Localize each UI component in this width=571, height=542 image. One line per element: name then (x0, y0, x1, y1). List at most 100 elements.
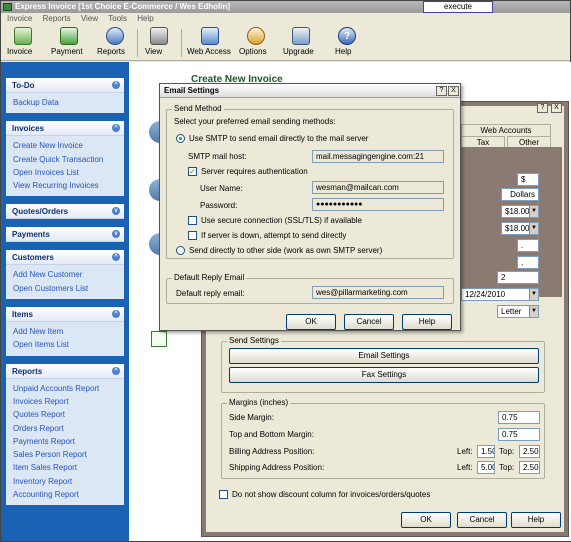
email-help-button[interactable]: ? (436, 86, 447, 96)
options-help-button-bottom[interactable]: Help (511, 512, 561, 528)
paper-size-dropdown[interactable]: Letter ▼ (497, 305, 539, 318)
chevron-up-icon[interactable]: ^ (112, 124, 120, 133)
section-customers-header[interactable]: Customers ^ (6, 250, 124, 266)
ssl-checkbox[interactable] (188, 216, 197, 225)
section-reports: Reports ^ Unpaid Accounts Report Invoices… (6, 363, 124, 506)
reports-icon (106, 27, 124, 45)
web-access-button[interactable]: Web Access (187, 27, 233, 59)
server-down-checkbox[interactable] (188, 231, 197, 240)
auth-checkbox[interactable]: ✓ (188, 167, 197, 176)
email-help-button-bottom[interactable]: Help (402, 314, 452, 330)
billing-left-field[interactable]: 1.50 (477, 445, 495, 458)
payment-icon (60, 27, 78, 45)
section-todo-header[interactable]: To-Do ^ (6, 78, 124, 93)
price-dropdown-1[interactable]: $18.00 ▼ (501, 205, 539, 218)
chevron-down-icon[interactable]: ▼ (529, 223, 538, 234)
view-button[interactable]: View (145, 27, 173, 59)
reports-button[interactable]: Reports (97, 27, 133, 59)
chevron-down-icon[interactable]: ▼ (529, 206, 538, 217)
chevron-up-icon[interactable]: ^ (112, 81, 120, 89)
top-bottom-margin-field[interactable]: 0.75 (498, 428, 540, 441)
upgrade-button[interactable]: Upgrade (283, 27, 319, 59)
link-quotes-report[interactable]: Quotes Report (13, 408, 124, 421)
email-settings-dialog: Email Settings ? X Send Method Select yo… (159, 83, 461, 331)
password-field[interactable]: ●●●●●●●●●●● (312, 198, 444, 211)
link-backup-data[interactable]: Backup Data (13, 96, 124, 109)
link-unpaid-accounts-report[interactable]: Unpaid Accounts Report (13, 382, 124, 395)
section-payments-header[interactable]: Payments v (6, 227, 124, 243)
link-open-customers-list[interactable]: Open Customers List (13, 282, 124, 295)
menu-view[interactable]: View (81, 14, 98, 23)
smtp-host-field[interactable]: mail.messagingengine.com:21 (312, 150, 444, 163)
link-add-new-customer[interactable]: Add New Customer (13, 268, 124, 281)
execute-screenshot-button[interactable]: execute screenshot (423, 1, 493, 21)
reply-email-field[interactable]: wes@pillarmarketing.com (312, 286, 444, 299)
currency-symbol-field[interactable]: $ (517, 173, 539, 186)
section-items-header[interactable]: Items ^ (6, 307, 124, 323)
currency-name-field[interactable]: Dollars (501, 188, 539, 201)
options-close-button[interactable]: X (551, 103, 562, 113)
link-payments-report[interactable]: Payments Report (13, 435, 124, 448)
link-view-recurring-invoices[interactable]: View Recurring Invoices (13, 179, 124, 192)
section-invoices-header[interactable]: Invoices ^ (6, 121, 124, 137)
link-item-sales-report[interactable]: Item Sales Report (13, 461, 124, 474)
link-invoices-report[interactable]: Invoices Report (13, 395, 124, 408)
document-icon (151, 331, 167, 347)
discount-column-checkbox[interactable] (219, 490, 228, 499)
section-reports-header[interactable]: Reports ^ (6, 363, 124, 379)
section-payments: Payments v (6, 227, 124, 243)
options-cancel-button[interactable]: Cancel (457, 512, 507, 528)
chevron-down-icon[interactable]: ▼ (529, 306, 538, 317)
email-ok-button[interactable]: OK (286, 314, 336, 330)
side-margin-field[interactable]: 0.75 (498, 411, 540, 424)
chevron-up-icon[interactable]: ^ (112, 310, 120, 319)
email-cancel-button[interactable]: Cancel (344, 314, 394, 330)
sidebar: To-Do ^ Backup Data Invoices ^ Create New … (1, 62, 129, 541)
options-button[interactable]: Options (239, 27, 273, 59)
chevron-down-icon[interactable]: ▼ (529, 289, 538, 300)
chevron-down-icon[interactable]: v (112, 207, 120, 216)
app-window: Express Invoice [1st Choice E-Commerce /… (0, 0, 571, 542)
price-dropdown-2[interactable]: $18.00 ▼ (501, 222, 539, 235)
left-label: Left: (457, 463, 473, 472)
user-name-field[interactable]: wesman@mailcan.com (312, 181, 444, 194)
link-accounting-report[interactable]: Accounting Report (13, 488, 124, 501)
number-field[interactable]: 2 (497, 271, 539, 284)
link-open-invoices-list[interactable]: Open Invoices List (13, 166, 124, 179)
shipping-left-field[interactable]: 5.00 (477, 461, 495, 474)
link-inventory-report[interactable]: Inventory Report (13, 475, 124, 488)
payment-button[interactable]: Payment (51, 27, 87, 59)
fax-settings-button[interactable]: Fax Settings (229, 367, 539, 383)
window-title: Express Invoice [1st Choice E-Commerce /… (15, 2, 231, 11)
link-orders-report[interactable]: Orders Report (13, 422, 124, 435)
section-quotes-header[interactable]: Quotes/Orders v (6, 204, 124, 220)
use-smtp-label: Use SMTP to send email directly to the m… (189, 134, 369, 143)
help-button[interactable]: ? Help (335, 27, 359, 59)
shipping-top-field[interactable]: 2.50 (519, 461, 540, 474)
gear-icon (247, 27, 265, 45)
billing-top-field[interactable]: 2.50 (519, 445, 540, 458)
invoice-button[interactable]: Invoice (7, 27, 39, 59)
email-settings-button[interactable]: Email Settings (229, 348, 539, 364)
link-open-items-list[interactable]: Open Items List (13, 338, 124, 351)
options-help-button[interactable]: ? (537, 103, 548, 113)
chevron-down-icon[interactable]: v (112, 230, 120, 239)
menu-tools[interactable]: Tools (108, 14, 127, 23)
link-create-new-invoice[interactable]: Create New Invoice (13, 139, 124, 152)
options-ok-button[interactable]: OK (401, 512, 451, 528)
link-add-new-item[interactable]: Add New Item (13, 325, 124, 338)
date-dropdown[interactable]: 12/24/2010 ▼ (461, 288, 539, 301)
decimal-separator-field[interactable]: . (517, 239, 539, 252)
menu-reports[interactable]: Reports (43, 14, 71, 23)
link-create-quick-transaction[interactable]: Create Quick Transaction (13, 153, 124, 166)
tab-web-accounts[interactable]: Web Accounts (461, 124, 551, 136)
send-direct-radio[interactable] (176, 246, 185, 255)
menu-invoice[interactable]: Invoice (7, 14, 32, 23)
use-smtp-radio[interactable] (176, 134, 185, 143)
menu-help[interactable]: Help (137, 14, 153, 23)
chevron-up-icon[interactable]: ^ (112, 253, 120, 262)
thousands-separator-field[interactable]: , (517, 256, 539, 269)
link-sales-person-report[interactable]: Sales Person Report (13, 448, 124, 461)
chevron-up-icon[interactable]: ^ (112, 366, 120, 375)
email-close-button[interactable]: X (448, 86, 459, 96)
